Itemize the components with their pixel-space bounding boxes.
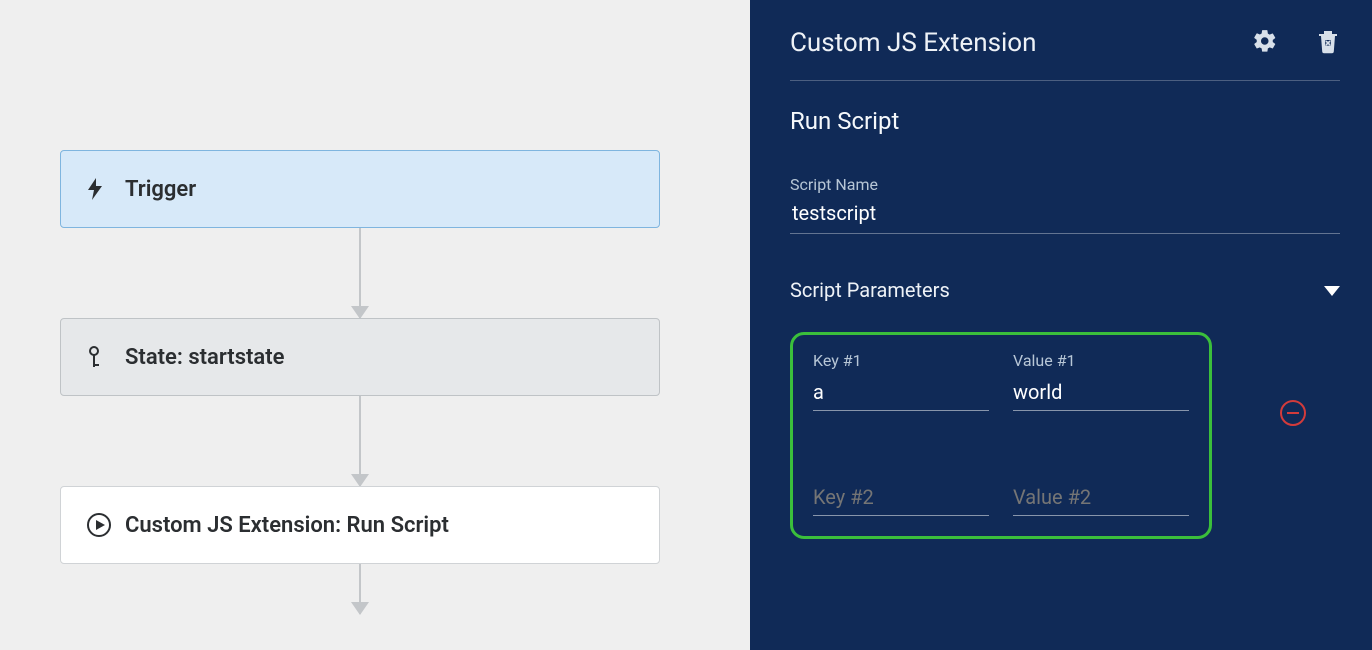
param-key-field: Key #1 <box>813 351 989 411</box>
param-value-input[interactable] <box>1013 376 1189 411</box>
remove-param-button[interactable] <box>1280 400 1306 426</box>
state-node[interactable]: State: startstate <box>60 318 660 396</box>
param-gap <box>813 411 1189 481</box>
param-key-input[interactable] <box>813 376 989 411</box>
trash-icon[interactable] <box>1316 28 1340 58</box>
script-name-input[interactable] <box>790 200 1340 234</box>
script-name-label: Script Name <box>790 175 1340 194</box>
param-row <box>813 481 1189 516</box>
script-parameters-section-header[interactable]: Script Parameters <box>790 278 1340 302</box>
connector-arrow <box>359 228 361 318</box>
trigger-node[interactable]: Trigger <box>60 150 660 228</box>
script-name-field: Script Name <box>790 175 1340 234</box>
minus-icon <box>1287 412 1299 414</box>
gear-icon[interactable] <box>1252 28 1278 58</box>
app-root: Trigger State: startstate <box>0 0 1372 650</box>
param-value-field: Value #1 <box>1013 351 1189 411</box>
panel-title: Custom JS Extension <box>790 28 1252 58</box>
param-key-input[interactable] <box>813 481 989 516</box>
param-value-label: Value #1 <box>1013 351 1189 370</box>
script-parameters-highlight: Key #1 Value #1 <box>790 332 1212 539</box>
action-node-label: Custom JS Extension: Run Script <box>125 513 449 538</box>
param-row: Key #1 Value #1 <box>813 351 1189 411</box>
properties-panel: Custom JS Extension <box>750 0 1372 650</box>
param-value-input[interactable] <box>1013 481 1189 516</box>
bolt-icon <box>87 178 115 200</box>
connector-arrow <box>359 396 361 486</box>
action-node[interactable]: Custom JS Extension: Run Script <box>60 486 660 564</box>
connector-arrow <box>359 564 361 614</box>
panel-header-actions <box>1252 28 1340 58</box>
panel-header: Custom JS Extension <box>790 28 1340 81</box>
arrow-down-icon <box>351 602 369 615</box>
panel-subtitle: Run Script <box>790 107 1340 135</box>
trigger-node-label: Trigger <box>125 177 196 202</box>
state-node-label: State: startstate <box>125 345 284 370</box>
workflow-canvas[interactable]: Trigger State: startstate <box>0 0 750 650</box>
caret-down-icon <box>1324 281 1340 300</box>
key-icon <box>87 346 115 368</box>
play-circle-icon <box>87 513 115 537</box>
flow-column: Trigger State: startstate <box>60 150 660 614</box>
param-key-label: Key #1 <box>813 351 989 370</box>
script-parameters-label: Script Parameters <box>790 278 1324 302</box>
